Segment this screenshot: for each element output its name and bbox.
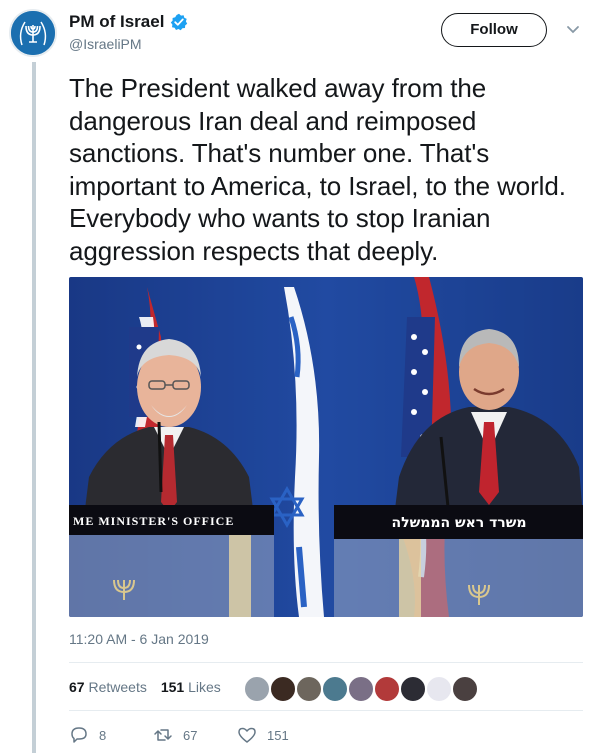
- liker-avatar[interactable]: [399, 675, 427, 703]
- tweet-timestamp[interactable]: 11:20 AM - 6 Jan 2019: [69, 631, 209, 647]
- liker-avatars: [243, 675, 479, 703]
- retweets-stat[interactable]: 67 Retweets: [69, 679, 147, 695]
- retweet-count: 67: [183, 727, 198, 743]
- verified-badge-icon: [171, 13, 188, 31]
- reply-count: 8: [99, 727, 107, 743]
- chevron-down-icon[interactable]: [566, 24, 580, 36]
- follow-button[interactable]: Follow: [441, 13, 547, 47]
- divider: [69, 662, 583, 663]
- liker-avatar[interactable]: [451, 675, 479, 703]
- heart-icon: [238, 727, 256, 743]
- liker-avatar[interactable]: [243, 675, 271, 703]
- reply-icon: [71, 727, 87, 743]
- display-name[interactable]: PM of Israel: [69, 12, 164, 32]
- user-handle[interactable]: @IsraeliPM: [69, 36, 142, 52]
- retweet-icon: [154, 729, 172, 741]
- liker-avatar[interactable]: [425, 675, 453, 703]
- likes-stat[interactable]: 151 Likes: [161, 679, 221, 695]
- podium-right-sign: משרד ראש הממשלה: [392, 515, 527, 531]
- tweet-actions: 8 67 151: [69, 725, 321, 745]
- podium-right: משרד ראש הממשלה: [334, 505, 583, 617]
- avatar[interactable]: [9, 9, 57, 57]
- reply-action[interactable]: 8: [69, 725, 153, 745]
- liker-avatar[interactable]: [373, 675, 401, 703]
- engagement-stats: 67 Retweets 151 Likes: [69, 679, 221, 695]
- like-action[interactable]: 151: [237, 725, 321, 745]
- podium-left: ME MINISTER'S OFFICE: [69, 505, 274, 617]
- liker-avatar[interactable]: [269, 675, 297, 703]
- podium-left-sign: ME MINISTER'S OFFICE: [73, 514, 234, 528]
- like-count: 151: [267, 727, 289, 743]
- liker-avatar[interactable]: [321, 675, 349, 703]
- state-emblem-icon: [11, 11, 55, 55]
- divider: [69, 710, 583, 711]
- tweet-text: The President walked away from the dange…: [69, 73, 566, 266]
- tweet-photo[interactable]: ME MINISTER'S OFFICE משרד ראש הממשלה: [69, 277, 583, 617]
- retweet-action[interactable]: 67: [153, 725, 237, 745]
- liker-avatar[interactable]: [295, 675, 323, 703]
- thread-line: [32, 62, 36, 753]
- liker-avatar[interactable]: [347, 675, 375, 703]
